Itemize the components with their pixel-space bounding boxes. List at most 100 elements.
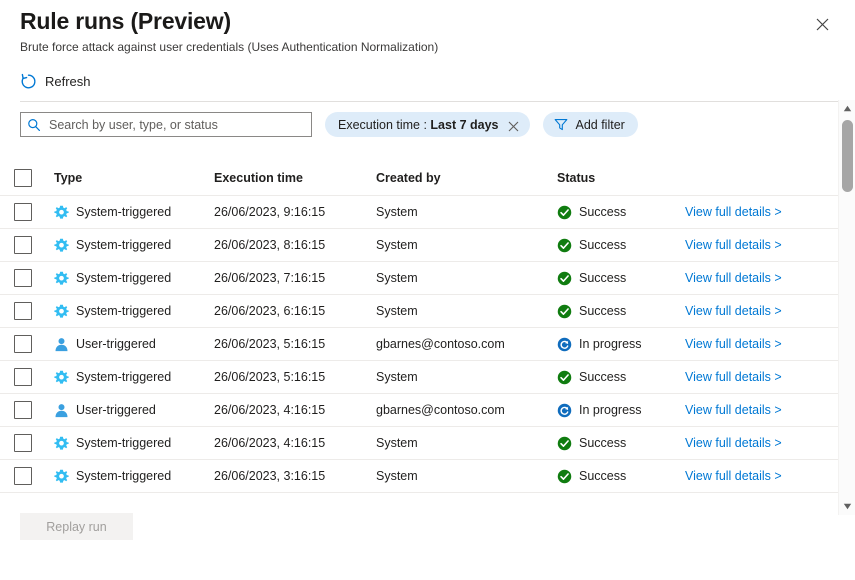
row-checkbox[interactable] <box>14 368 32 386</box>
gear-icon <box>54 370 69 385</box>
row-checkbox[interactable] <box>14 236 32 254</box>
inprogress-icon <box>557 403 572 418</box>
table-row[interactable]: System-triggered26/06/2023, 8:16:15Syste… <box>0 229 838 262</box>
cell-type-label: System-triggered <box>76 469 171 483</box>
filter-chip-execution-time[interactable]: Execution time : Last 7 days <box>325 112 530 137</box>
table-row[interactable]: System-triggered26/06/2023, 4:16:15Syste… <box>0 427 838 460</box>
rule-runs-table: Type Execution time Created by Status Sy… <box>0 160 838 493</box>
column-header-created-by[interactable]: Created by <box>376 171 557 185</box>
status-badge: Success <box>579 238 626 252</box>
table-row[interactable]: System-triggered26/06/2023, 7:16:15Syste… <box>0 262 838 295</box>
column-header-execution-time[interactable]: Execution time <box>214 171 376 185</box>
inprogress-icon <box>557 337 572 352</box>
close-button[interactable] <box>809 11 835 37</box>
cell-type-label: User-triggered <box>76 403 156 417</box>
view-full-details-link[interactable]: View full details > <box>685 337 782 351</box>
view-full-details-link[interactable]: View full details > <box>685 205 782 219</box>
rule-runs-panel: Rule runs (Preview) Brute force attack a… <box>0 0 855 580</box>
select-all-checkbox[interactable] <box>14 169 32 187</box>
cell-actions: View full details > <box>685 337 838 351</box>
search-box[interactable] <box>20 112 312 137</box>
success-icon <box>557 370 572 385</box>
cell-status: Success <box>557 238 685 253</box>
table-row[interactable]: User-triggered26/06/2023, 4:16:15gbarnes… <box>0 394 838 427</box>
cell-execution-time: 26/06/2023, 4:16:15 <box>214 436 376 450</box>
person-icon <box>54 403 69 418</box>
refresh-icon <box>20 73 37 90</box>
cell-created-by: System <box>376 304 557 318</box>
cell-created-by: System <box>376 469 557 483</box>
row-checkbox[interactable] <box>14 434 32 452</box>
status-badge: Success <box>579 304 626 318</box>
cell-actions: View full details > <box>685 271 838 285</box>
scroll-up-arrow[interactable] <box>839 100 855 117</box>
view-full-details-link[interactable]: View full details > <box>685 304 782 318</box>
column-header-type[interactable]: Type <box>54 171 214 185</box>
row-checkbox[interactable] <box>14 467 32 485</box>
view-full-details-link[interactable]: View full details > <box>685 469 782 483</box>
scroll-down-arrow[interactable] <box>839 498 855 515</box>
view-full-details-link[interactable]: View full details > <box>685 271 782 285</box>
row-checkbox[interactable] <box>14 269 32 287</box>
cell-type-label: User-triggered <box>76 337 156 351</box>
cell-execution-time: 26/06/2023, 5:16:15 <box>214 370 376 384</box>
close-icon <box>816 18 829 31</box>
status-badge: In progress <box>579 337 642 351</box>
column-header-status[interactable]: Status <box>557 171 685 185</box>
table-scrollbar[interactable] <box>838 100 855 515</box>
cell-status: In progress <box>557 403 685 418</box>
replay-run-button[interactable]: Replay run <box>20 513 133 540</box>
cell-actions: View full details > <box>685 304 838 318</box>
refresh-label: Refresh <box>45 74 91 89</box>
page-subtitle: Brute force attack against user credenti… <box>20 40 438 54</box>
search-input[interactable] <box>47 117 305 133</box>
cell-type-label: System-triggered <box>76 304 171 318</box>
row-checkbox[interactable] <box>14 401 32 419</box>
row-select-cell <box>14 434 54 452</box>
refresh-button[interactable]: Refresh <box>20 66 91 96</box>
cell-execution-time: 26/06/2023, 5:16:15 <box>214 337 376 351</box>
view-full-details-link[interactable]: View full details > <box>685 436 782 450</box>
cell-status: Success <box>557 370 685 385</box>
table-row[interactable]: System-triggered26/06/2023, 5:16:15Syste… <box>0 361 838 394</box>
filter-funnel-icon <box>554 118 568 131</box>
success-icon <box>557 436 572 451</box>
cell-status: Success <box>557 469 685 484</box>
success-icon <box>557 238 572 253</box>
view-full-details-link[interactable]: View full details > <box>685 238 782 252</box>
row-checkbox[interactable] <box>14 335 32 353</box>
table-header-row: Type Execution time Created by Status <box>0 160 838 196</box>
page-title: Rule runs (Preview) <box>20 8 231 35</box>
gear-icon <box>54 304 69 319</box>
table-row[interactable]: System-triggered26/06/2023, 9:16:15Syste… <box>0 196 838 229</box>
status-badge: In progress <box>579 403 642 417</box>
cell-type: System-triggered <box>54 205 214 220</box>
row-select-cell <box>14 401 54 419</box>
remove-filter-icon[interactable] <box>508 119 519 130</box>
cell-created-by: System <box>376 238 557 252</box>
table-row[interactable]: System-triggered26/06/2023, 3:16:15Syste… <box>0 460 838 493</box>
view-full-details-link[interactable]: View full details > <box>685 370 782 384</box>
cell-type-label: System-triggered <box>76 436 171 450</box>
cell-type: System-triggered <box>54 370 214 385</box>
row-select-cell <box>14 203 54 221</box>
scrollbar-thumb[interactable] <box>842 120 853 192</box>
row-select-cell <box>14 236 54 254</box>
cell-created-by: System <box>376 205 557 219</box>
cell-type: System-triggered <box>54 436 214 451</box>
cell-type: System-triggered <box>54 271 214 286</box>
gear-icon <box>54 205 69 220</box>
cell-type-label: System-triggered <box>76 238 171 252</box>
cell-execution-time: 26/06/2023, 7:16:15 <box>214 271 376 285</box>
add-filter-button[interactable]: Add filter <box>543 112 638 137</box>
row-checkbox[interactable] <box>14 302 32 320</box>
success-icon <box>557 469 572 484</box>
gear-icon <box>54 238 69 253</box>
view-full-details-link[interactable]: View full details > <box>685 403 782 417</box>
table-row[interactable]: User-triggered 26/06/2023, 5:16:15gbarnes… <box>0 328 838 361</box>
table-row[interactable]: System-triggered26/06/2023, 6:16:15Syste… <box>0 295 838 328</box>
cell-status: In progress <box>557 337 685 352</box>
person-icon <box>54 337 69 352</box>
cell-created-by: gbarnes@contoso.com <box>376 337 557 351</box>
row-checkbox[interactable] <box>14 203 32 221</box>
